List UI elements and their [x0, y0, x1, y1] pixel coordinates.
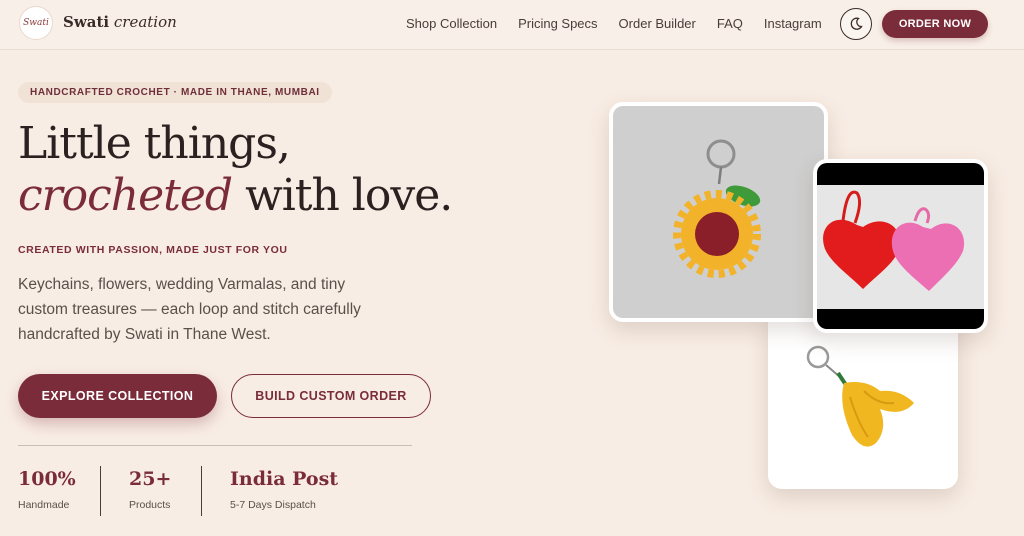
- brand-name-italic: creation: [113, 13, 177, 31]
- stat-label: Products: [129, 499, 171, 511]
- hero-title-rest: with love.: [232, 170, 453, 221]
- nav-link-shop-collection[interactable]: Shop Collection: [406, 16, 497, 31]
- nav-link-instagram[interactable]: Instagram: [764, 16, 822, 31]
- stat-label: 5-7 Days Dispatch: [230, 499, 316, 511]
- nav-link-pricing-specs[interactable]: Pricing Specs: [518, 16, 597, 31]
- hero-tagline: CREATED WITH PASSION, MADE JUST FOR YOU: [18, 244, 288, 256]
- top-navbar: Swati Swati creation Shop Collection Pri…: [0, 0, 1024, 50]
- theme-toggle-button[interactable]: [840, 8, 872, 40]
- stat-separator: [201, 466, 202, 516]
- product-photo-sunflower-keychain[interactable]: [609, 102, 828, 322]
- stat-separator: [100, 466, 101, 516]
- moon-icon: [850, 17, 863, 30]
- stat-handmade: 100% Handmade: [18, 468, 76, 511]
- heart-keychains-image: [817, 163, 984, 329]
- stat-value: India Post: [230, 468, 339, 490]
- hero-badge: HANDCRAFTED CROCHET · MADE IN THANE, MUM…: [18, 82, 332, 103]
- brand-name-bold: Swati: [63, 13, 110, 31]
- brand-name[interactable]: Swati creation: [63, 13, 177, 31]
- product-photo-heart-keychains[interactable]: [813, 159, 988, 333]
- nav-links: Shop Collection Pricing Specs Order Buil…: [406, 16, 822, 31]
- stat-value: 25+: [129, 468, 172, 490]
- stat-value: 100%: [18, 468, 76, 490]
- hero-title-line1: Little things,: [18, 118, 291, 169]
- logo-text: Swati: [23, 18, 49, 28]
- explore-collection-button[interactable]: EXPLORE COLLECTION: [18, 374, 217, 418]
- stats-divider: [18, 445, 412, 446]
- stat-label: Handmade: [18, 499, 70, 511]
- nav-link-order-builder[interactable]: Order Builder: [619, 16, 696, 31]
- sunflower-keychain-image: [613, 106, 824, 318]
- build-custom-order-button[interactable]: BUILD CUSTOM ORDER: [231, 374, 431, 418]
- hero-description: Keychains, flowers, wedding Varmalas, an…: [18, 276, 361, 343]
- hero-title-emphasis: crocheted: [18, 170, 233, 221]
- logo[interactable]: Swati: [19, 6, 53, 40]
- hero-title: Little things, crocheted with love.: [18, 118, 453, 222]
- stat-products: 25+ Products: [129, 468, 171, 511]
- nav-link-faq[interactable]: FAQ: [717, 16, 743, 31]
- stat-shipping: India Post 5-7 Days Dispatch: [230, 468, 338, 511]
- order-now-button[interactable]: ORDER NOW: [882, 10, 988, 38]
